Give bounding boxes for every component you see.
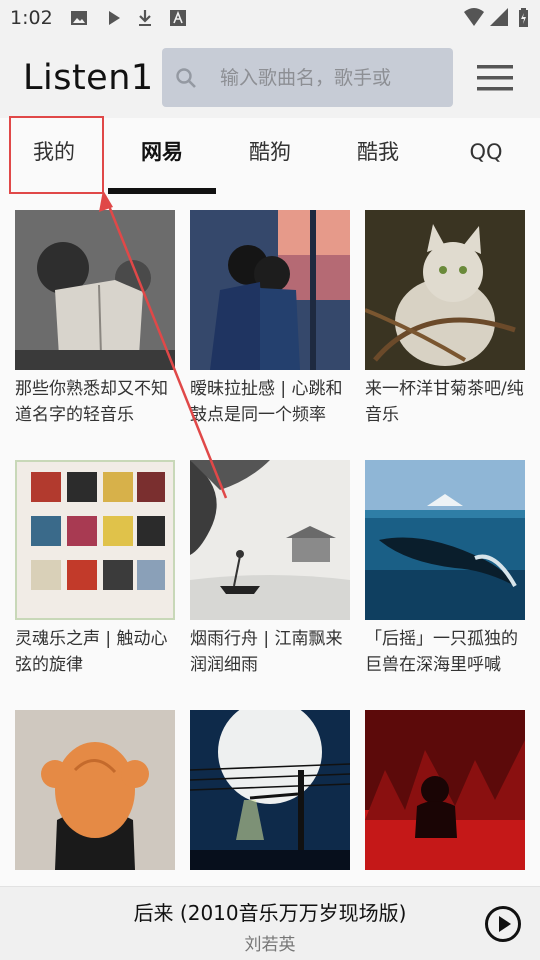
battery-icon [519, 8, 528, 27]
playlist-cover-image[interactable] [190, 460, 350, 620]
hamburger-menu-icon[interactable] [477, 63, 513, 93]
image-notification-icon [71, 11, 87, 25]
playlist-cover-image[interactable] [365, 210, 525, 370]
font-notification-icon [170, 10, 186, 26]
playlist-card[interactable]: 来一杯洋甘菊茶吧/纯音乐 [365, 210, 525, 428]
play-button-icon[interactable] [484, 905, 522, 943]
playlist-cover-image[interactable] [15, 210, 175, 370]
playlist-card[interactable]: 烟雨行舟 | 江南飘来润润细雨 [190, 460, 350, 678]
search-icon [176, 68, 196, 88]
status-time: 1:02 [10, 7, 53, 29]
playlist-card[interactable]: 那些你熟悉却又不知道名字的轻音乐 [15, 210, 175, 428]
playlist-card[interactable]: 「后摇」一只孤独的巨兽在深海里呼喊 [365, 460, 525, 678]
playlist-cover-image[interactable] [365, 710, 525, 870]
playlist-cover-image[interactable] [190, 710, 350, 870]
app-header: Listen1 [0, 36, 540, 118]
playlist-cover-image[interactable] [15, 710, 175, 870]
playlist-title[interactable]: 烟雨行舟 | 江南飘来润润细雨 [190, 626, 350, 678]
playlist-title[interactable]: 暧昧拉扯感 | 心跳和鼓点是同一个频率 [190, 376, 350, 428]
tab-netease[interactable]: 网易 [108, 118, 216, 194]
playlist-title[interactable]: 「后摇」一只孤独的巨兽在深海里呼喊 [365, 626, 525, 678]
tab-qq[interactable]: QQ [432, 118, 540, 194]
search-box[interactable] [162, 48, 453, 107]
signal-icon [490, 8, 508, 26]
now-playing-bar[interactable]: 后来 (2010音乐万万岁现场版) 刘若英 [0, 886, 540, 960]
playlist-card[interactable]: 灵魂乐之声 | 触动心弦的旋律 [15, 460, 175, 678]
playlist-title[interactable]: 来一杯洋甘菊茶吧/纯音乐 [365, 376, 525, 428]
download-notification-icon [139, 10, 151, 26]
playlist-cover-image[interactable] [15, 460, 175, 620]
tab-kugou[interactable]: 酷狗 [216, 118, 324, 194]
playlist-title[interactable]: 灵魂乐之声 | 触动心弦的旋律 [15, 626, 175, 678]
playlist-title[interactable]: 那些你熟悉却又不知道名字的轻音乐 [15, 376, 175, 428]
play-notification-icon [109, 11, 120, 25]
playlist-card[interactable] [15, 710, 175, 876]
now-playing-artist: 刘若英 [244, 935, 296, 955]
playlist-card[interactable] [365, 710, 525, 876]
annotation-highlight-box [9, 116, 104, 194]
now-playing-title: 后来 (2010音乐万万岁现场版) [133, 901, 407, 925]
wifi-icon [464, 8, 484, 26]
search-input[interactable] [220, 48, 445, 107]
playlist-card[interactable] [190, 710, 350, 876]
status-bar: 1:02 [0, 0, 540, 36]
tab-kuwo[interactable]: 酷我 [324, 118, 432, 194]
playlist-card[interactable]: 暧昧拉扯感 | 心跳和鼓点是同一个频率 [190, 210, 350, 428]
playlist-cover-image[interactable] [190, 210, 350, 370]
system-status-icons [464, 8, 528, 27]
playlist-cover-image[interactable] [365, 460, 525, 620]
playlist-grid: 那些你熟悉却又不知道名字的轻音乐 暧昧拉扯感 | 心跳和鼓点是同一个频率 来一杯… [0, 194, 540, 886]
app-title: Listen1 [23, 58, 154, 98]
